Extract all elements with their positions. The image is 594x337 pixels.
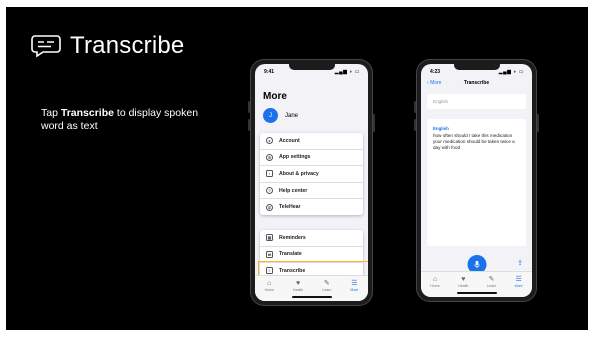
menu-item-reminders[interactable]: ▦ Reminders bbox=[260, 230, 363, 247]
side-button bbox=[414, 119, 416, 131]
home-icon: ⌂ bbox=[267, 280, 272, 287]
tab-health[interactable]: ♥ Health bbox=[458, 276, 468, 288]
user-name: Jane bbox=[285, 112, 299, 119]
menu-icon: ☰ bbox=[351, 280, 358, 287]
status-time: 9:41 bbox=[264, 69, 275, 75]
slide-title: Transcribe bbox=[70, 32, 185, 59]
slide: Transcribe Tap Transcribe to display spo… bbox=[6, 7, 588, 330]
transcript-bubble-icon bbox=[31, 35, 61, 58]
translate-icon: ⇄ bbox=[266, 250, 273, 258]
tab-more[interactable]: ☰ More bbox=[350, 280, 358, 292]
status-time: 4:23 bbox=[430, 69, 441, 75]
menu-icon: ☰ bbox=[515, 276, 522, 283]
tab-more[interactable]: ☰ More bbox=[515, 276, 523, 288]
tab-learn[interactable]: ✎ Learn bbox=[322, 280, 331, 292]
description-text: Tap bbox=[41, 107, 61, 119]
tab-label: Home bbox=[430, 284, 440, 288]
transcript-panel: English how often should I take this med… bbox=[427, 119, 526, 246]
shield-icon: ▪ bbox=[266, 170, 273, 178]
phone-icon: ✆ bbox=[266, 203, 273, 211]
menu-item-help-center[interactable]: ? Help center bbox=[260, 183, 363, 200]
description-bold: Transcribe bbox=[60, 107, 114, 119]
nav-title: Transcribe bbox=[463, 80, 490, 86]
menu-label: TeleHear bbox=[279, 204, 301, 211]
tab-label: More bbox=[350, 288, 359, 292]
menu-item-account[interactable]: ● Account bbox=[260, 133, 363, 150]
transcript-language-label: English bbox=[433, 126, 449, 131]
menu-label: Help center bbox=[279, 187, 308, 194]
menu-item-telehear[interactable]: ✆ TeleHear bbox=[260, 199, 363, 215]
menu-label: Translate bbox=[279, 251, 302, 258]
status-bar: 4:23 ▂▄▆ ◗ ▭ bbox=[421, 64, 532, 77]
status-bar: 9:41 ▂▄▆ ◗ ▭ bbox=[255, 64, 368, 77]
tab-label: More bbox=[514, 284, 523, 288]
tab-home[interactable]: ⌂ Home bbox=[265, 280, 274, 292]
tab-label: Learn bbox=[487, 284, 497, 288]
signal-battery-icon: ▂▄▆ ◗ ▭ bbox=[498, 69, 524, 75]
phone-more-screen: 9:41 ▂▄▆ ◗ ▭ More J Jane ● Account ✲ App… bbox=[248, 59, 375, 306]
side-button bbox=[248, 101, 250, 113]
slide-description: Tap Transcribe to display spoken word as… bbox=[41, 107, 201, 133]
share-icon[interactable]: ⇪ bbox=[517, 259, 523, 267]
tab-home[interactable]: ⌂ Home bbox=[430, 276, 439, 288]
heart-icon: ♥ bbox=[461, 276, 466, 283]
tab-label: Learn bbox=[322, 288, 332, 292]
menu-item-app-settings[interactable]: ✲ App settings bbox=[260, 150, 363, 167]
phone-transcribe-screen: 4:23 ▂▄▆ ◗ ▭ ‹ More Transcribe English E… bbox=[414, 59, 539, 302]
side-button bbox=[414, 101, 416, 113]
power-button bbox=[537, 114, 539, 132]
avatar: J bbox=[263, 108, 278, 123]
help-icon: ? bbox=[266, 187, 273, 195]
menu-label: Account bbox=[279, 137, 300, 144]
screen: 9:41 ▂▄▆ ◗ ▭ More J Jane ● Account ✲ App… bbox=[255, 64, 368, 301]
profile-row[interactable]: J Jane bbox=[263, 108, 298, 123]
screen: 4:23 ▂▄▆ ◗ ▭ ‹ More Transcribe English E… bbox=[421, 64, 532, 297]
side-button bbox=[248, 119, 250, 131]
settings-card: ● Account ✲ App settings ▪ About & priva… bbox=[260, 133, 363, 215]
tab-health[interactable]: ♥ Health bbox=[293, 280, 303, 292]
tab-label: Health bbox=[458, 284, 469, 288]
learn-icon: ✎ bbox=[488, 276, 495, 283]
language-select[interactable]: English bbox=[427, 94, 526, 109]
tab-label: Health bbox=[293, 288, 304, 292]
home-icon: ⌂ bbox=[432, 276, 438, 283]
home-indicator bbox=[456, 292, 497, 294]
transcript-text: how often should I take this medication … bbox=[433, 133, 515, 150]
heart-icon: ♥ bbox=[296, 280, 301, 287]
tab-learn[interactable]: ✎ Learn bbox=[487, 276, 496, 288]
tab-bar: ⌂ Home ♥ Health ✎ Learn ☰ More bbox=[421, 271, 532, 297]
menu-label: About & privacy bbox=[279, 170, 319, 177]
calendar-icon: ▦ bbox=[266, 234, 273, 242]
menu-label: App settings bbox=[279, 154, 311, 161]
tab-label: Home bbox=[264, 288, 274, 292]
page-title: More bbox=[263, 91, 287, 102]
tab-bar: ⌂ Home ♥ Health ✎ Learn ☰ More bbox=[255, 275, 368, 301]
learn-icon: ✎ bbox=[323, 280, 330, 287]
nav-bar: ‹ More Transcribe bbox=[421, 78, 532, 90]
slide-header: Transcribe bbox=[31, 32, 184, 60]
signal-battery-icon: ▂▄▆ ◗ ▭ bbox=[334, 69, 360, 75]
home-indicator bbox=[291, 296, 332, 298]
gear-icon: ✲ bbox=[266, 153, 273, 161]
microphone-icon bbox=[473, 260, 480, 269]
power-button bbox=[373, 114, 375, 132]
menu-item-about-privacy[interactable]: ▪ About & privacy bbox=[260, 166, 363, 183]
menu-label: Reminders bbox=[279, 234, 306, 241]
user-icon: ● bbox=[266, 137, 273, 145]
